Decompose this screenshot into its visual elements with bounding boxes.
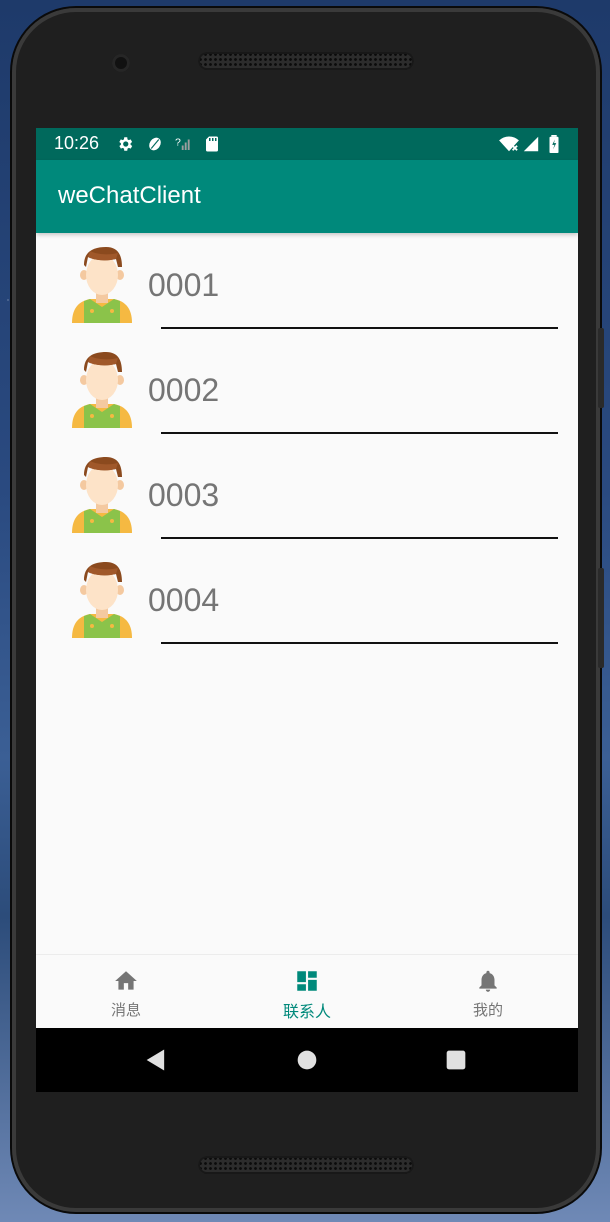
bottom-navigation: 消息 联系人 我的: [36, 954, 578, 1029]
front-camera: [112, 54, 130, 72]
divider: [161, 327, 558, 329]
contact-name: 0004: [148, 582, 220, 618]
home-circle-icon[interactable]: [293, 1046, 321, 1074]
contact-name: 0001: [148, 267, 220, 303]
power-button: [598, 568, 604, 668]
avatar: [72, 457, 132, 533]
contact-row[interactable]: 0003: [36, 443, 578, 548]
app-bar: weChatClient: [36, 160, 578, 233]
nav-label-profile: 我的: [472, 1001, 503, 1019]
app-title: weChatClient: [58, 182, 201, 209]
divider: [161, 432, 558, 434]
system-nav-bar: [36, 1028, 578, 1092]
avatar: [72, 562, 132, 638]
avatar: [72, 352, 132, 428]
status-time: 10:26: [54, 133, 100, 153]
divider: [161, 642, 558, 644]
home-icon: [115, 971, 137, 990]
volume-button: [598, 328, 604, 408]
top-speaker: [198, 52, 414, 70]
nav-label-messages: 消息: [110, 1001, 141, 1019]
nav-item-contacts[interactable]: 联系人: [217, 955, 397, 1029]
screen: 10:26 ? weChatClient 0001 0002 0003 0004…: [36, 128, 578, 1092]
nav-item-profile[interactable]: 我的: [398, 955, 578, 1029]
bottom-speaker: [198, 1156, 414, 1174]
contact-row[interactable]: 0002: [36, 338, 578, 443]
contact-name: 0002: [148, 372, 220, 408]
cell-signal-icon: [522, 135, 540, 157]
battery-icon: [548, 135, 560, 157]
dashboard-icon: [297, 971, 317, 991]
avatar: [72, 247, 132, 323]
contact-name: 0003: [148, 477, 220, 513]
svg-text:?: ?: [175, 137, 181, 149]
wifi-icon: [498, 135, 520, 157]
bell-icon: [479, 970, 497, 992]
divider: [161, 537, 558, 539]
recents-square-icon[interactable]: [442, 1046, 470, 1074]
sd-card-icon: [204, 135, 220, 157]
status-bar: 10:26 ?: [36, 128, 578, 160]
settings-icon: [116, 135, 134, 157]
contact-row[interactable]: 0001: [36, 233, 578, 338]
nav-label-contacts: 联系人: [282, 1002, 331, 1021]
contact-row[interactable]: 0004: [36, 548, 578, 653]
leaf-icon: [146, 135, 164, 157]
back-icon[interactable]: [142, 1046, 170, 1074]
no-sim-signal-icon: ?: [175, 135, 193, 157]
nav-item-messages[interactable]: 消息: [36, 955, 216, 1029]
